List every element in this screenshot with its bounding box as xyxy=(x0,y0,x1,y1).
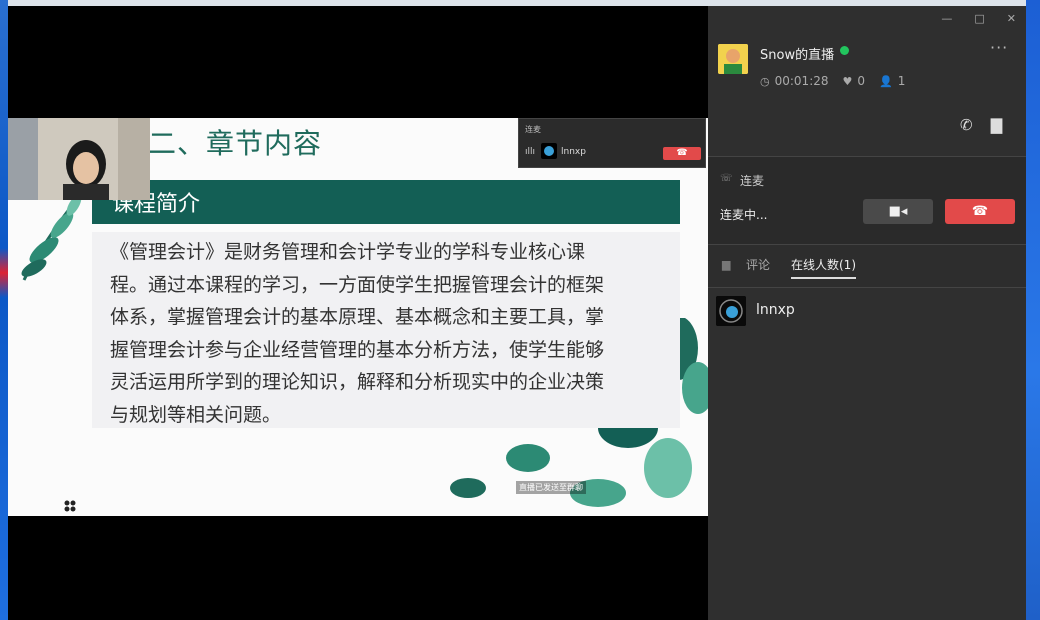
phone-call-icon[interactable]: ✆ xyxy=(960,116,973,134)
host-avatar xyxy=(718,44,748,74)
popup-hangup-button[interactable]: ☎ xyxy=(663,147,701,160)
camera-toggle-button[interactable]: ■◂ xyxy=(863,199,933,224)
window-controls: — □ ✕ xyxy=(941,12,1016,25)
person-icon: 👤 xyxy=(879,75,893,88)
presenter-video-icon xyxy=(8,118,150,200)
close-icon[interactable]: ✕ xyxy=(1007,12,1016,25)
desktop-right-strip xyxy=(1026,0,1040,620)
slide-title: 二、章节内容 xyxy=(148,127,323,160)
host-name: Snow的直播 xyxy=(760,48,835,63)
lianmai-status: 连麦中... xyxy=(720,208,768,222)
maximize-icon[interactable]: □ xyxy=(974,12,984,25)
lianmai-popup: 连麦 ıllı lnnxp ☎ xyxy=(518,118,706,168)
likes-value: 0 xyxy=(857,74,866,88)
popup-user-name: lnnxp xyxy=(561,147,586,157)
duration-stat: ◷ 00:01:28 xyxy=(760,74,829,88)
chat-bubble-icon[interactable]: ▇ xyxy=(991,116,1003,134)
live-side-panel: — □ ✕ Snow的直播 ··· ◷ 00:01:28 ♥ 0 👤 1 ✆ ▇ ☏ … xyxy=(708,6,1026,620)
slide-body-text: 《管理会计》是财务管理和会计学专业的学科专业核心课程。通过本课程的学习，一方面使… xyxy=(110,241,605,426)
divider xyxy=(708,287,1026,288)
panel-tabs: ▆ 评论 在线人数(1) xyxy=(708,244,1026,288)
popup-title: 连麦 xyxy=(525,125,541,134)
live-stage: 二、章节内容 课程简介 《管理会计》是财务管理和会计学专业的学科专业核心课程。通… xyxy=(8,6,718,620)
lianmai-icon: ☏ xyxy=(720,173,733,184)
viewers-value: 1 xyxy=(897,74,906,88)
online-user-avatar xyxy=(716,296,746,326)
slide-logo-icon xyxy=(64,500,76,512)
audio-wave-icon: ıllı xyxy=(525,147,536,157)
live-status-dot xyxy=(840,46,849,55)
slide-caption: 直播已发送至群聊 xyxy=(516,481,586,494)
video-camera-icon: ■◂ xyxy=(888,204,908,219)
clock-icon: ◷ xyxy=(760,75,770,88)
hangup-button[interactable]: ☎ xyxy=(945,199,1015,224)
phone-hangup-icon: ☎ xyxy=(676,148,688,158)
phone-hangup-icon: ☎ xyxy=(971,204,989,219)
divider xyxy=(708,244,1026,245)
more-options-icon[interactable]: ··· xyxy=(990,38,1008,57)
tab-comments[interactable]: 评论 xyxy=(746,256,770,273)
online-user-name: lnnxp xyxy=(756,302,795,318)
slide-banner: 课程简介 xyxy=(92,180,680,224)
slide-body: 《管理会计》是财务管理和会计学专业的学科专业核心课程。通过本课程的学习，一方面使… xyxy=(92,232,680,428)
heart-icon: ♥ xyxy=(842,75,853,88)
popup-user-avatar xyxy=(541,143,557,159)
viewers-stat: 👤 1 xyxy=(879,74,905,88)
presenter-webcam xyxy=(8,118,150,200)
likes-stat: ♥ 0 xyxy=(843,74,866,88)
duration-value: 00:01:28 xyxy=(774,74,829,88)
comment-icon: ▆ xyxy=(722,258,731,271)
tab-online-users[interactable]: 在线人数(1) xyxy=(791,256,856,279)
lianmai-label: 连麦 xyxy=(740,174,765,188)
top-action-buttons: ✆ ▇ xyxy=(960,116,1002,134)
divider xyxy=(708,156,1026,157)
live-stats: ◷ 00:01:28 ♥ 0 👤 1 xyxy=(760,74,905,88)
desktop-left-strip xyxy=(0,0,8,620)
lianmai-section: ☏ 连麦 连麦中... ■◂ ☎ xyxy=(708,156,1026,244)
online-user-row[interactable]: lnnxp xyxy=(716,296,1016,326)
minimize-icon[interactable]: — xyxy=(941,12,952,25)
